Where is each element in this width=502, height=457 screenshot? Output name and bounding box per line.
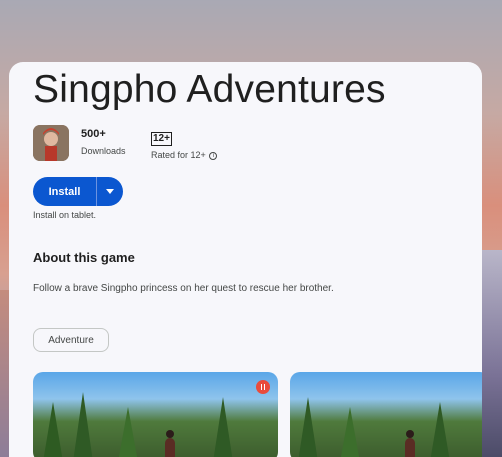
downloads-stat: 500+ Downloads: [81, 128, 126, 156]
chevron-down-icon: [106, 189, 114, 194]
info-icon[interactable]: i: [209, 151, 218, 160]
app-icon: [33, 125, 69, 161]
app-details-card: Singpho Adventures 500+ Downloads 12+ Ra…: [9, 62, 482, 457]
rating-label: Rated for 12+: [151, 150, 206, 160]
tag-chip-adventure[interactable]: Adventure: [33, 328, 109, 352]
about-heading: About this game: [33, 250, 135, 265]
about-description: Follow a brave Singpho princess on her q…: [33, 283, 334, 294]
downloads-label: Downloads: [81, 146, 126, 156]
pause-icon[interactable]: [256, 380, 270, 394]
content-rating-stat[interactable]: 12+ Rated for 12+ i: [151, 128, 218, 160]
install-options-button[interactable]: [97, 189, 123, 194]
install-label: Install: [48, 185, 81, 198]
screenshot-2[interactable]: [290, 372, 482, 457]
screenshot-1[interactable]: [33, 372, 278, 457]
install-note: Install on tablet.: [33, 210, 97, 220]
install-button[interactable]: Install: [33, 177, 123, 206]
rating-badge: 12+: [151, 132, 172, 146]
app-title: Singpho Adventures: [33, 68, 386, 111]
downloads-value: 500+: [81, 128, 106, 140]
